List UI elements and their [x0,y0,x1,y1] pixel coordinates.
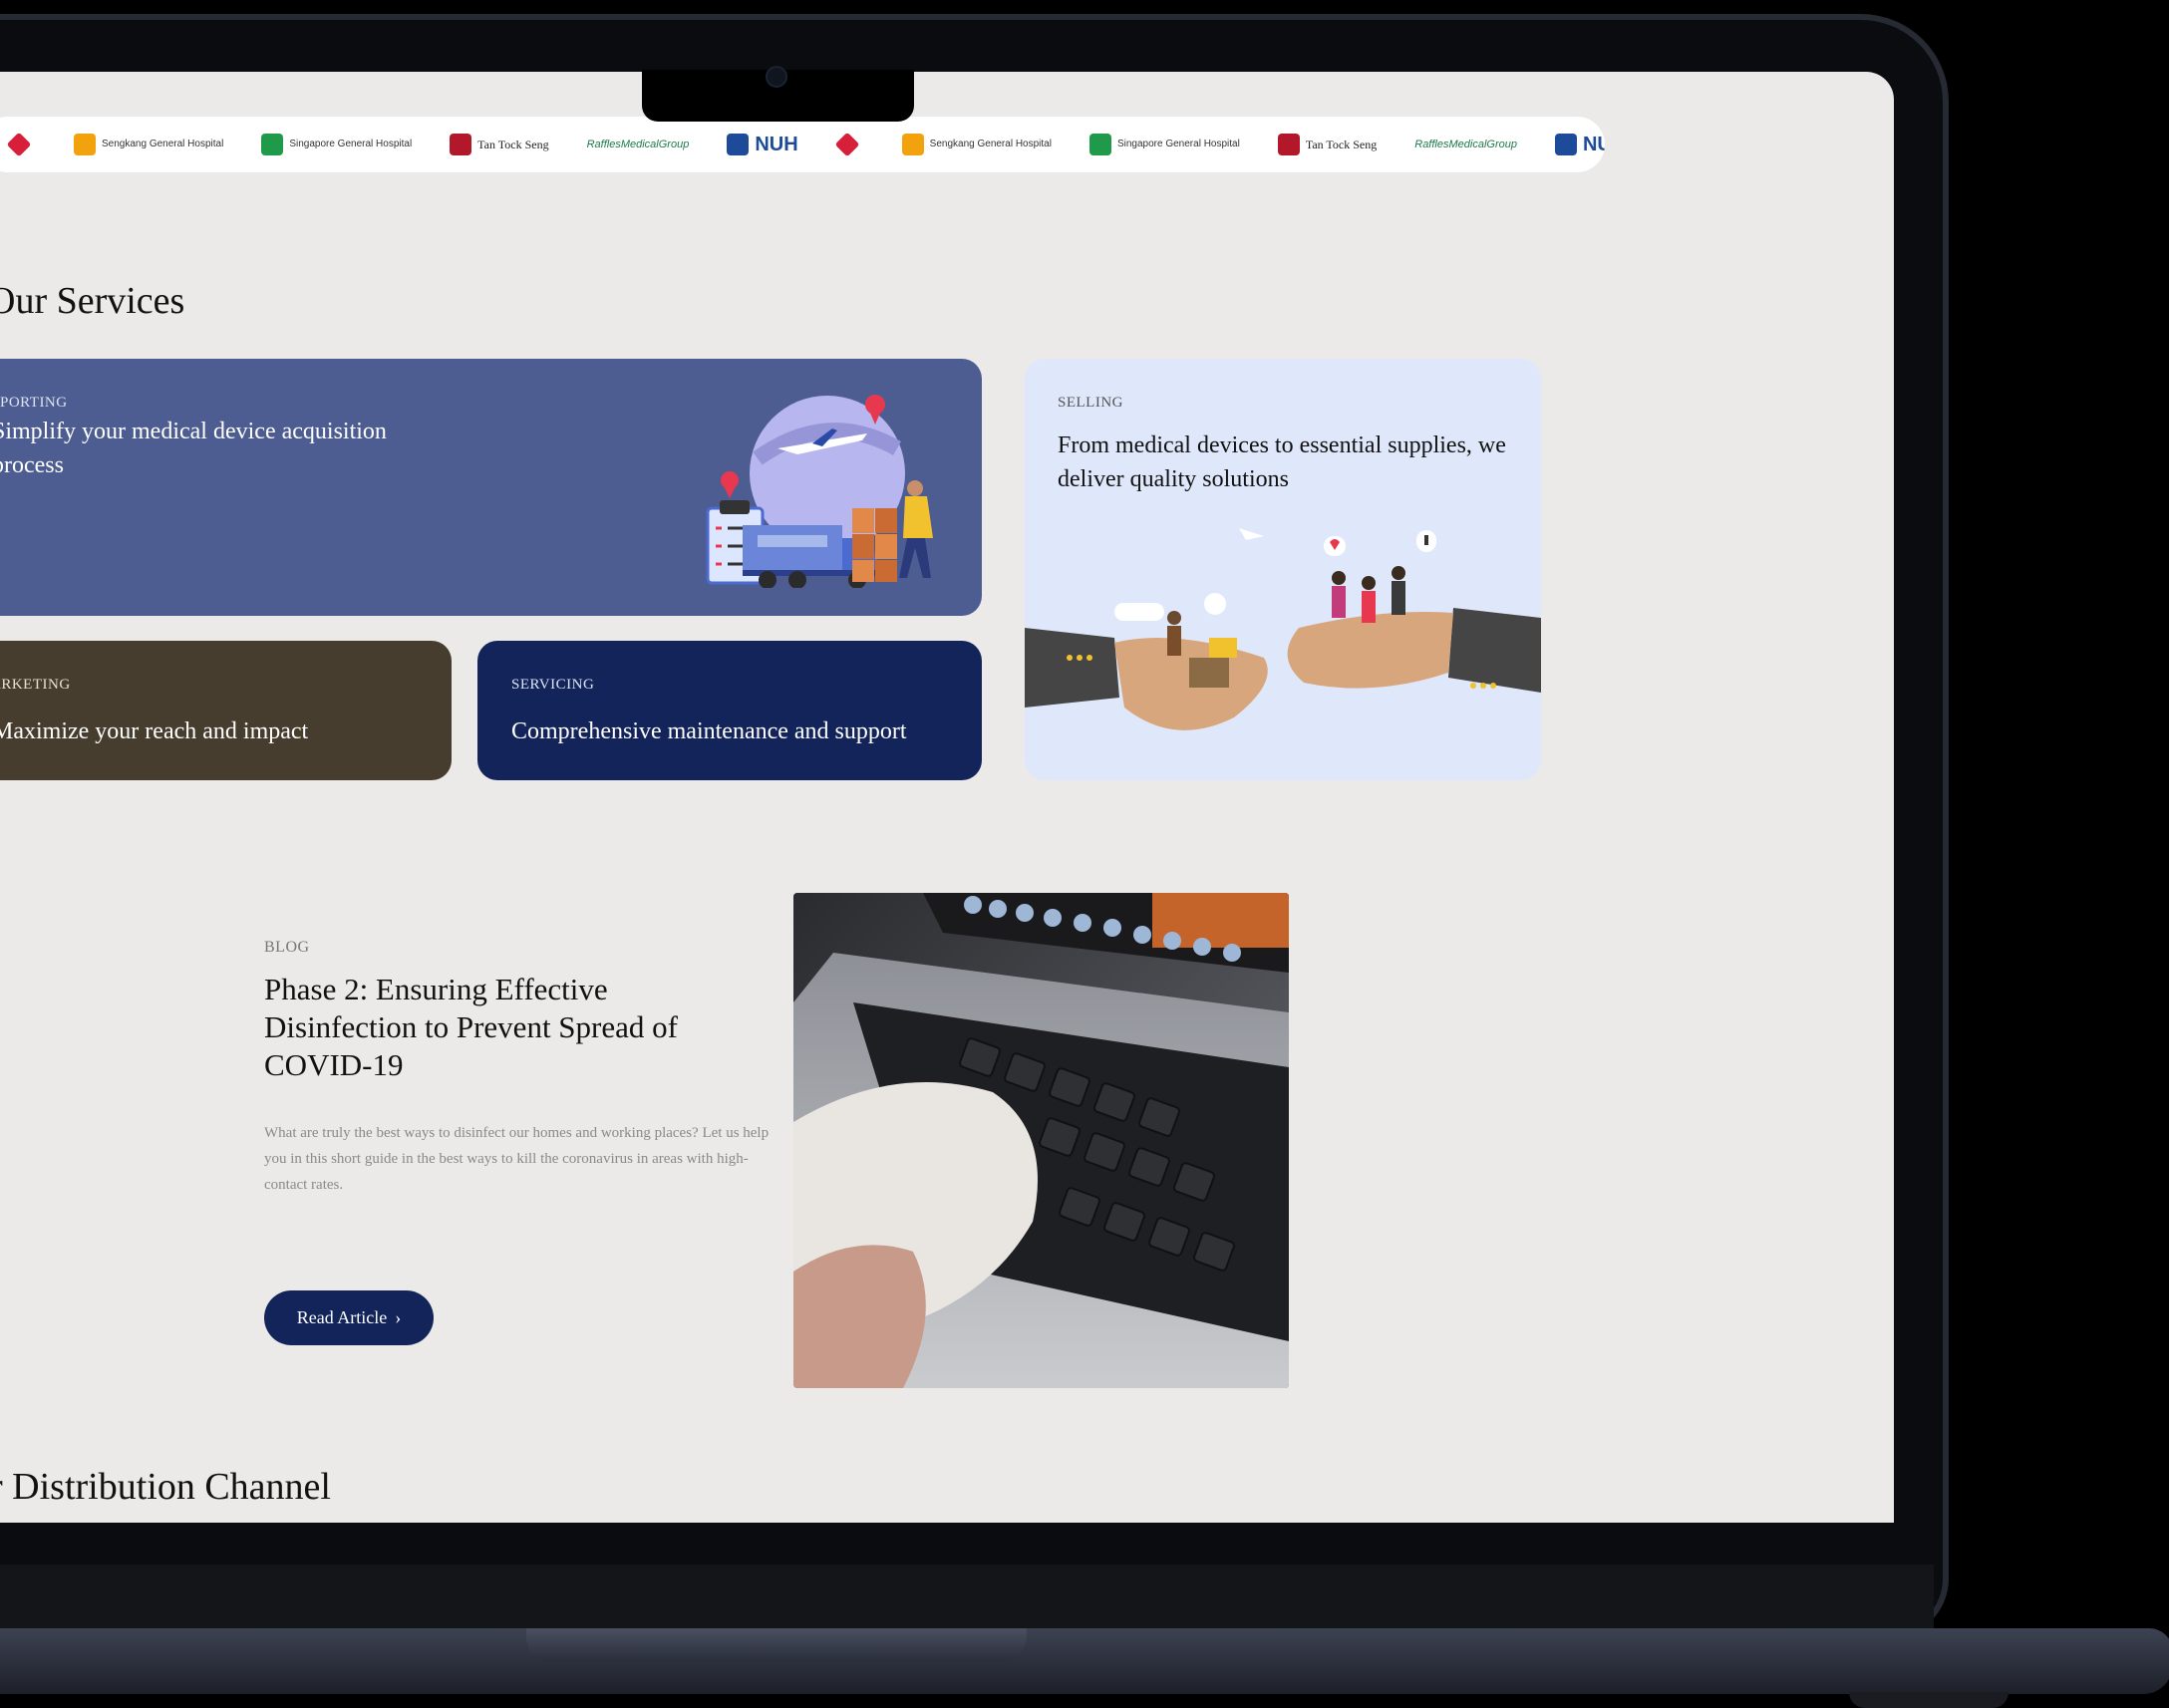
logo-mark-icon [1277,134,1300,155]
logo-mark-icon [727,134,750,155]
service-tag: SELLING [1058,395,1123,411]
service-card-importing[interactable]: PORTING Simplify your medical device acq… [0,359,982,616]
logo-label: Singapore General Hospital [1116,139,1240,149]
logo-sengkang: Sengkang General Hospital [901,134,1052,155]
blog-title[interactable]: Phase 2: Ensuring Effective Disinfection… [264,971,733,1084]
logo-nuh: NUH [727,134,798,155]
logo-label: Sengkang General Hospital [929,139,1052,149]
service-description: Comprehensive maintenance and support [511,718,907,744]
laptop-base [0,1628,2169,1694]
service-description: Maximize your reach and impact [0,718,309,744]
logo-sgh: Singapore General Hospital [1088,134,1240,155]
logo-label: NUH [755,134,798,155]
blog-image-laptop-disinfection [793,893,1289,1388]
blog-tag: BLOG [264,939,310,956]
service-description: From medical devices to essential suppli… [1058,432,1506,492]
laptop-chin [0,1565,1934,1628]
logo-mark-icon [261,134,284,155]
read-article-label: Read Article [296,1307,388,1327]
logo-label: Tan Tock Seng [477,138,549,151]
laptop-foot [1849,1692,2009,1708]
logo-sengkang: Sengkang General Hospital [74,134,223,155]
service-tag: ARKETING [0,677,71,693]
service-tag: SERVICING [511,677,595,693]
blog-excerpt: What are truly the best ways to disinfec… [264,1125,770,1193]
service-card-servicing[interactable]: SERVICING Comprehensive maintenance and … [477,641,982,780]
import-illustration [706,395,933,588]
logo-ttsh: Tan Tock Seng [450,134,549,155]
logo-mark-icon [1554,134,1577,155]
chevron-right-icon: › [395,1307,402,1327]
camera-icon [766,66,787,88]
browser-viewport: Sengkang General Hospital Singapore Gener… [0,72,1894,1523]
logo-sgh: Singapore General Hospital [261,134,412,155]
logo-label: Singapore General Hospital [289,139,413,149]
logo-red-logo [6,132,36,157]
service-tag: PORTING [0,395,68,411]
distribution-heading: r Distribution Channel [0,1466,331,1508]
logo-red-logo [834,132,864,157]
logo-label: Tan Tock Seng [1305,138,1378,151]
logo-mark-icon [834,132,860,157]
services-heading: Our Services [0,280,185,322]
partner-logo-strip: Sengkang General Hospital Singapore Gener… [0,117,1605,172]
logo-raffles: RafflesMedicalGroup [586,139,690,150]
selling-illustration [1025,528,1541,730]
logo-mark-icon [1088,134,1111,155]
logo-label: RafflesMedicalGroup [1414,139,1517,150]
service-card-selling[interactable]: SELLING From medical devices to essentia… [1025,359,1541,780]
service-description: Simplify your medical device acquisition… [0,419,387,478]
laptop-base-notch [526,1628,1027,1662]
logo-mark-icon [6,132,32,157]
logo-mark-icon [74,134,96,155]
logo-label: NUH [1582,134,1605,155]
service-card-marketing[interactable]: ARKETING Maximize your reach and impact [0,641,452,780]
logo-mark-icon [901,134,924,155]
logo-mark-icon [450,134,472,155]
read-article-button[interactable]: Read Article › [264,1290,434,1345]
logo-nuh: NUH [1554,134,1605,155]
logo-ttsh: Tan Tock Seng [1277,134,1378,155]
logo-raffles: RafflesMedicalGroup [1414,139,1517,150]
logo-label: RafflesMedicalGroup [586,139,690,150]
logo-label: Sengkang General Hospital [102,139,224,149]
